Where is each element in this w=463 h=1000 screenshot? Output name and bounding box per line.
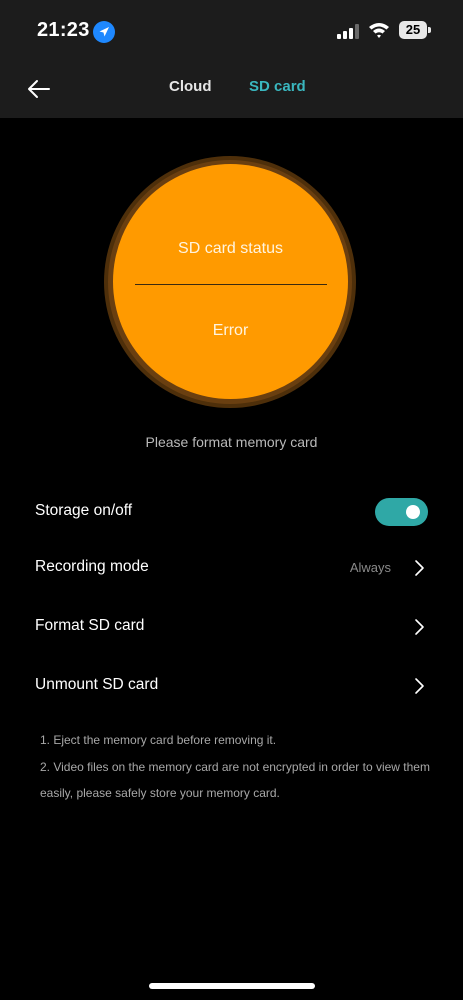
wifi-icon	[369, 23, 389, 38]
cellular-signal-icon	[337, 24, 359, 39]
sd-card-notes: 1. Eject the memory card before removing…	[40, 727, 440, 807]
storage-toggle[interactable]	[375, 498, 428, 526]
recording-mode-label: Recording mode	[35, 558, 149, 575]
storage-toggle-row: Storage on/off	[0, 487, 463, 537]
format-sd-card-label: Format SD card	[35, 617, 145, 634]
tab-sd-card[interactable]: SD card	[249, 78, 306, 95]
battery-nub	[428, 27, 431, 33]
unmount-sd-card-row[interactable]: Unmount SD card	[0, 661, 463, 711]
format-sd-card-row[interactable]: Format SD card	[0, 602, 463, 652]
battery-indicator: 25	[399, 21, 432, 39]
location-arrow-icon	[93, 21, 115, 43]
sd-status-divider	[135, 284, 327, 285]
recording-mode-row[interactable]: Recording mode Always	[0, 543, 463, 593]
recording-mode-value: Always	[349, 560, 391, 575]
format-hint-text: Please format memory card	[145, 434, 318, 450]
unmount-sd-card-label: Unmount SD card	[35, 676, 159, 693]
status-time: 21:23	[37, 19, 90, 41]
storage-toggle-label: Storage on/off	[35, 502, 133, 519]
battery-level: 25	[405, 22, 421, 37]
chevron-right-icon	[415, 560, 424, 576]
status-bar: 21:23 25	[0, 0, 463, 62]
back-arrow-icon[interactable]	[22, 74, 56, 104]
toggle-knob	[406, 505, 420, 519]
note-item: 1. Eject the memory card before removing…	[40, 733, 277, 747]
note-item: 2. Video files on the memory card are no…	[40, 759, 430, 801]
tab-cloud[interactable]: Cloud	[169, 78, 212, 95]
chevron-right-icon	[415, 678, 424, 694]
sd-status-value: Error	[212, 322, 249, 339]
chevron-right-icon	[415, 619, 424, 635]
home-indicator[interactable]	[149, 983, 315, 989]
nav-header: Cloud SD card	[0, 62, 463, 118]
sd-status-title: SD card status	[178, 240, 283, 257]
sd-status-circle: SD card status Error	[113, 164, 348, 399]
